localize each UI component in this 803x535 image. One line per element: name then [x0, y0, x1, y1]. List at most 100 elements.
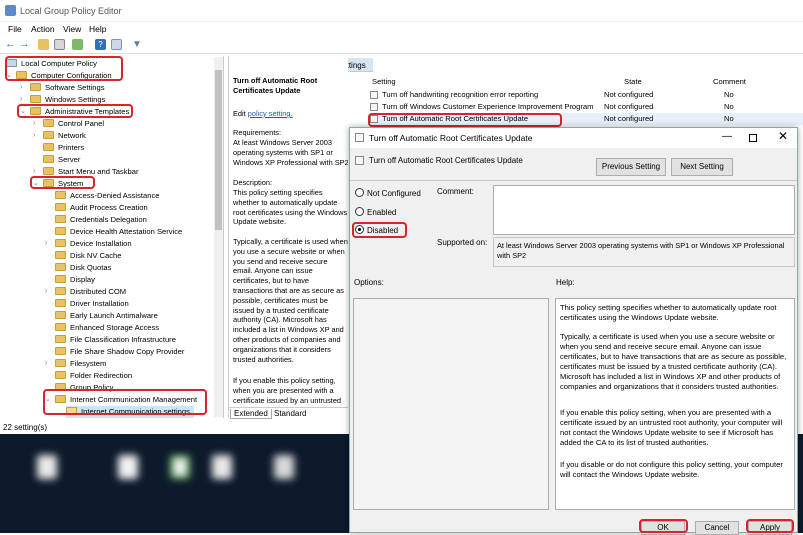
policy-dialog: Turn off Automatic Root Certificates Upd…	[349, 127, 798, 535]
column-header-comment[interactable]: Comment	[713, 76, 746, 88]
properties-icon[interactable]	[111, 39, 122, 50]
tree-node-access-denied-assistance[interactable]: Access-Denied Assistance	[55, 190, 159, 202]
menu-action[interactable]: Action	[31, 24, 55, 34]
back-arrow-icon[interactable]: ←	[5, 39, 16, 50]
tree-node-control-panel[interactable]: › Control Panel	[33, 118, 104, 130]
column-header-setting[interactable]: Setting	[372, 76, 396, 88]
tree-node-disk-quotas[interactable]: Disk Quotas	[55, 262, 111, 274]
folder-icon	[55, 311, 66, 319]
folder-icon	[55, 275, 66, 283]
description-title: Turn off Automatic Root Certificates Upd…	[233, 76, 318, 95]
radio-button[interactable]	[355, 207, 364, 216]
status-text: 22 setting(s)	[3, 423, 48, 432]
tree-node-filesystem[interactable]: › Filesystem	[45, 358, 106, 370]
help-p3: If you enable this policy setting, when …	[560, 408, 783, 447]
folder-icon	[55, 227, 66, 235]
highlight-computer-configuration	[5, 56, 123, 81]
taskbar-app-icon[interactable]	[212, 455, 232, 479]
table-row[interactable]: Turn off handwriting recognition error r…	[370, 89, 803, 101]
taskbar-app-icon[interactable]	[37, 455, 57, 479]
requirements-label: Requirements:	[233, 128, 282, 137]
tree-node-file-classification[interactable]: File Classification Infrastructure	[55, 334, 176, 346]
folder-icon	[55, 323, 66, 331]
folder-icon	[55, 203, 66, 211]
folder-icon	[30, 83, 41, 91]
chevron-right-icon[interactable]: ›	[33, 118, 35, 130]
tree-node-early-launch-antimalware[interactable]: Early Launch Antimalware	[55, 310, 158, 322]
next-setting-button[interactable]: Next Setting	[671, 158, 733, 176]
folder-icon	[55, 359, 66, 367]
folder-icon	[55, 191, 66, 199]
folder-up-icon[interactable]	[38, 39, 49, 50]
tree-node-display[interactable]: Display	[55, 274, 95, 286]
tree-node-device-installation[interactable]: › Device Installation	[45, 238, 132, 250]
folder-icon	[55, 215, 66, 223]
tree-node-file-share-shadow-copy[interactable]: File Share Shadow Copy Provider	[55, 346, 184, 358]
highlight-apply-button	[746, 519, 794, 533]
tree-node-software-settings[interactable]: › Software Settings	[20, 82, 105, 94]
options-panel	[353, 298, 549, 510]
chevron-right-icon[interactable]: ›	[45, 286, 47, 298]
supported-on-text: At least Windows Server 2003 operating s…	[493, 237, 795, 267]
export-list-icon[interactable]	[72, 39, 83, 50]
tree-scrollbar-thumb[interactable]	[215, 70, 222, 230]
description-label: Description:	[233, 178, 273, 187]
forward-arrow-icon[interactable]: →	[19, 39, 30, 50]
taskbar-app-icon[interactable]	[170, 455, 190, 479]
tree-node-printers[interactable]: Printers	[43, 142, 84, 154]
close-icon[interactable]: ✕	[778, 129, 788, 143]
comment-label: Comment:	[437, 187, 474, 196]
maximize-icon[interactable]	[749, 134, 757, 142]
previous-setting-button[interactable]: Previous Setting	[596, 158, 666, 176]
table-row[interactable]: Turn off Windows Customer Experience Imp…	[370, 101, 803, 113]
tree-node-disk-nv-cache[interactable]: Disk NV Cache	[55, 250, 121, 262]
app-icon	[5, 5, 16, 16]
radio-not-configured[interactable]: Not Configured	[355, 188, 421, 198]
view-tabs: Extended Standard	[228, 407, 348, 419]
tab-extended[interactable]: Extended	[230, 409, 272, 419]
chevron-right-icon[interactable]: ›	[45, 238, 47, 250]
toolbar: ← → ? ▼	[0, 36, 803, 54]
help-icon[interactable]: ?	[95, 39, 106, 50]
minimize-icon[interactable]: —	[722, 131, 732, 142]
policy-icon	[355, 156, 364, 165]
tree-node-credentials-delegation[interactable]: Credentials Delegation	[55, 214, 147, 226]
chevron-right-icon[interactable]: ›	[33, 130, 35, 142]
taskbar-app-icon[interactable]	[274, 455, 294, 479]
folder-icon	[43, 155, 54, 163]
tree-node-audit-process-creation[interactable]: Audit Process Creation	[55, 202, 148, 214]
menu-view[interactable]: View	[63, 24, 81, 34]
radio-enabled[interactable]: Enabled	[355, 207, 396, 217]
highlight-selected-setting	[368, 113, 562, 127]
help-label: Help:	[556, 278, 575, 287]
tree-node-network[interactable]: › Network	[33, 130, 86, 142]
tab-standard[interactable]: Standard	[271, 409, 309, 418]
tree-node-folder-redirection[interactable]: Folder Redirection	[55, 370, 132, 382]
description-pane: Turn off Automatic Root Certificates Upd…	[228, 56, 348, 418]
menu-file[interactable]: File	[8, 24, 22, 34]
column-header-state[interactable]: State	[624, 76, 642, 88]
dialog-title: Turn off Automatic Root Certificates Upd…	[369, 133, 533, 143]
tree-node-driver-installation[interactable]: Driver Installation	[55, 298, 129, 310]
window-title: Local Group Policy Editor	[20, 6, 122, 16]
show-hide-tree-icon[interactable]	[54, 39, 65, 50]
menu-help[interactable]: Help	[89, 24, 106, 34]
highlight-administrative-templates	[17, 104, 133, 118]
menu-bar: File Action View Help	[0, 22, 803, 36]
dialog-subtitle: Turn off Automatic Root Certificates Upd…	[369, 156, 523, 165]
edit-policy-link[interactable]: policy setting.	[248, 109, 293, 118]
radio-button[interactable]	[355, 188, 364, 197]
filter-icon[interactable]: ▼	[132, 39, 143, 50]
tree-node-server[interactable]: Server	[43, 154, 80, 166]
comment-textarea[interactable]	[493, 185, 795, 235]
folder-icon	[43, 167, 54, 175]
highlight-internet-communication	[43, 389, 207, 415]
highlight-system	[30, 176, 95, 189]
chevron-right-icon[interactable]: ›	[45, 358, 47, 370]
taskbar-app-icon[interactable]	[118, 455, 138, 479]
chevron-right-icon[interactable]: ›	[20, 82, 22, 94]
tree-node-device-health-attestation[interactable]: Device Health Attestation Service	[55, 226, 182, 238]
description-p3: If you enable this policy setting, when …	[233, 376, 342, 405]
tree-node-distributed-com[interactable]: › Distributed COM	[45, 286, 126, 298]
tree-node-enhanced-storage-access[interactable]: Enhanced Storage Access	[55, 322, 159, 334]
